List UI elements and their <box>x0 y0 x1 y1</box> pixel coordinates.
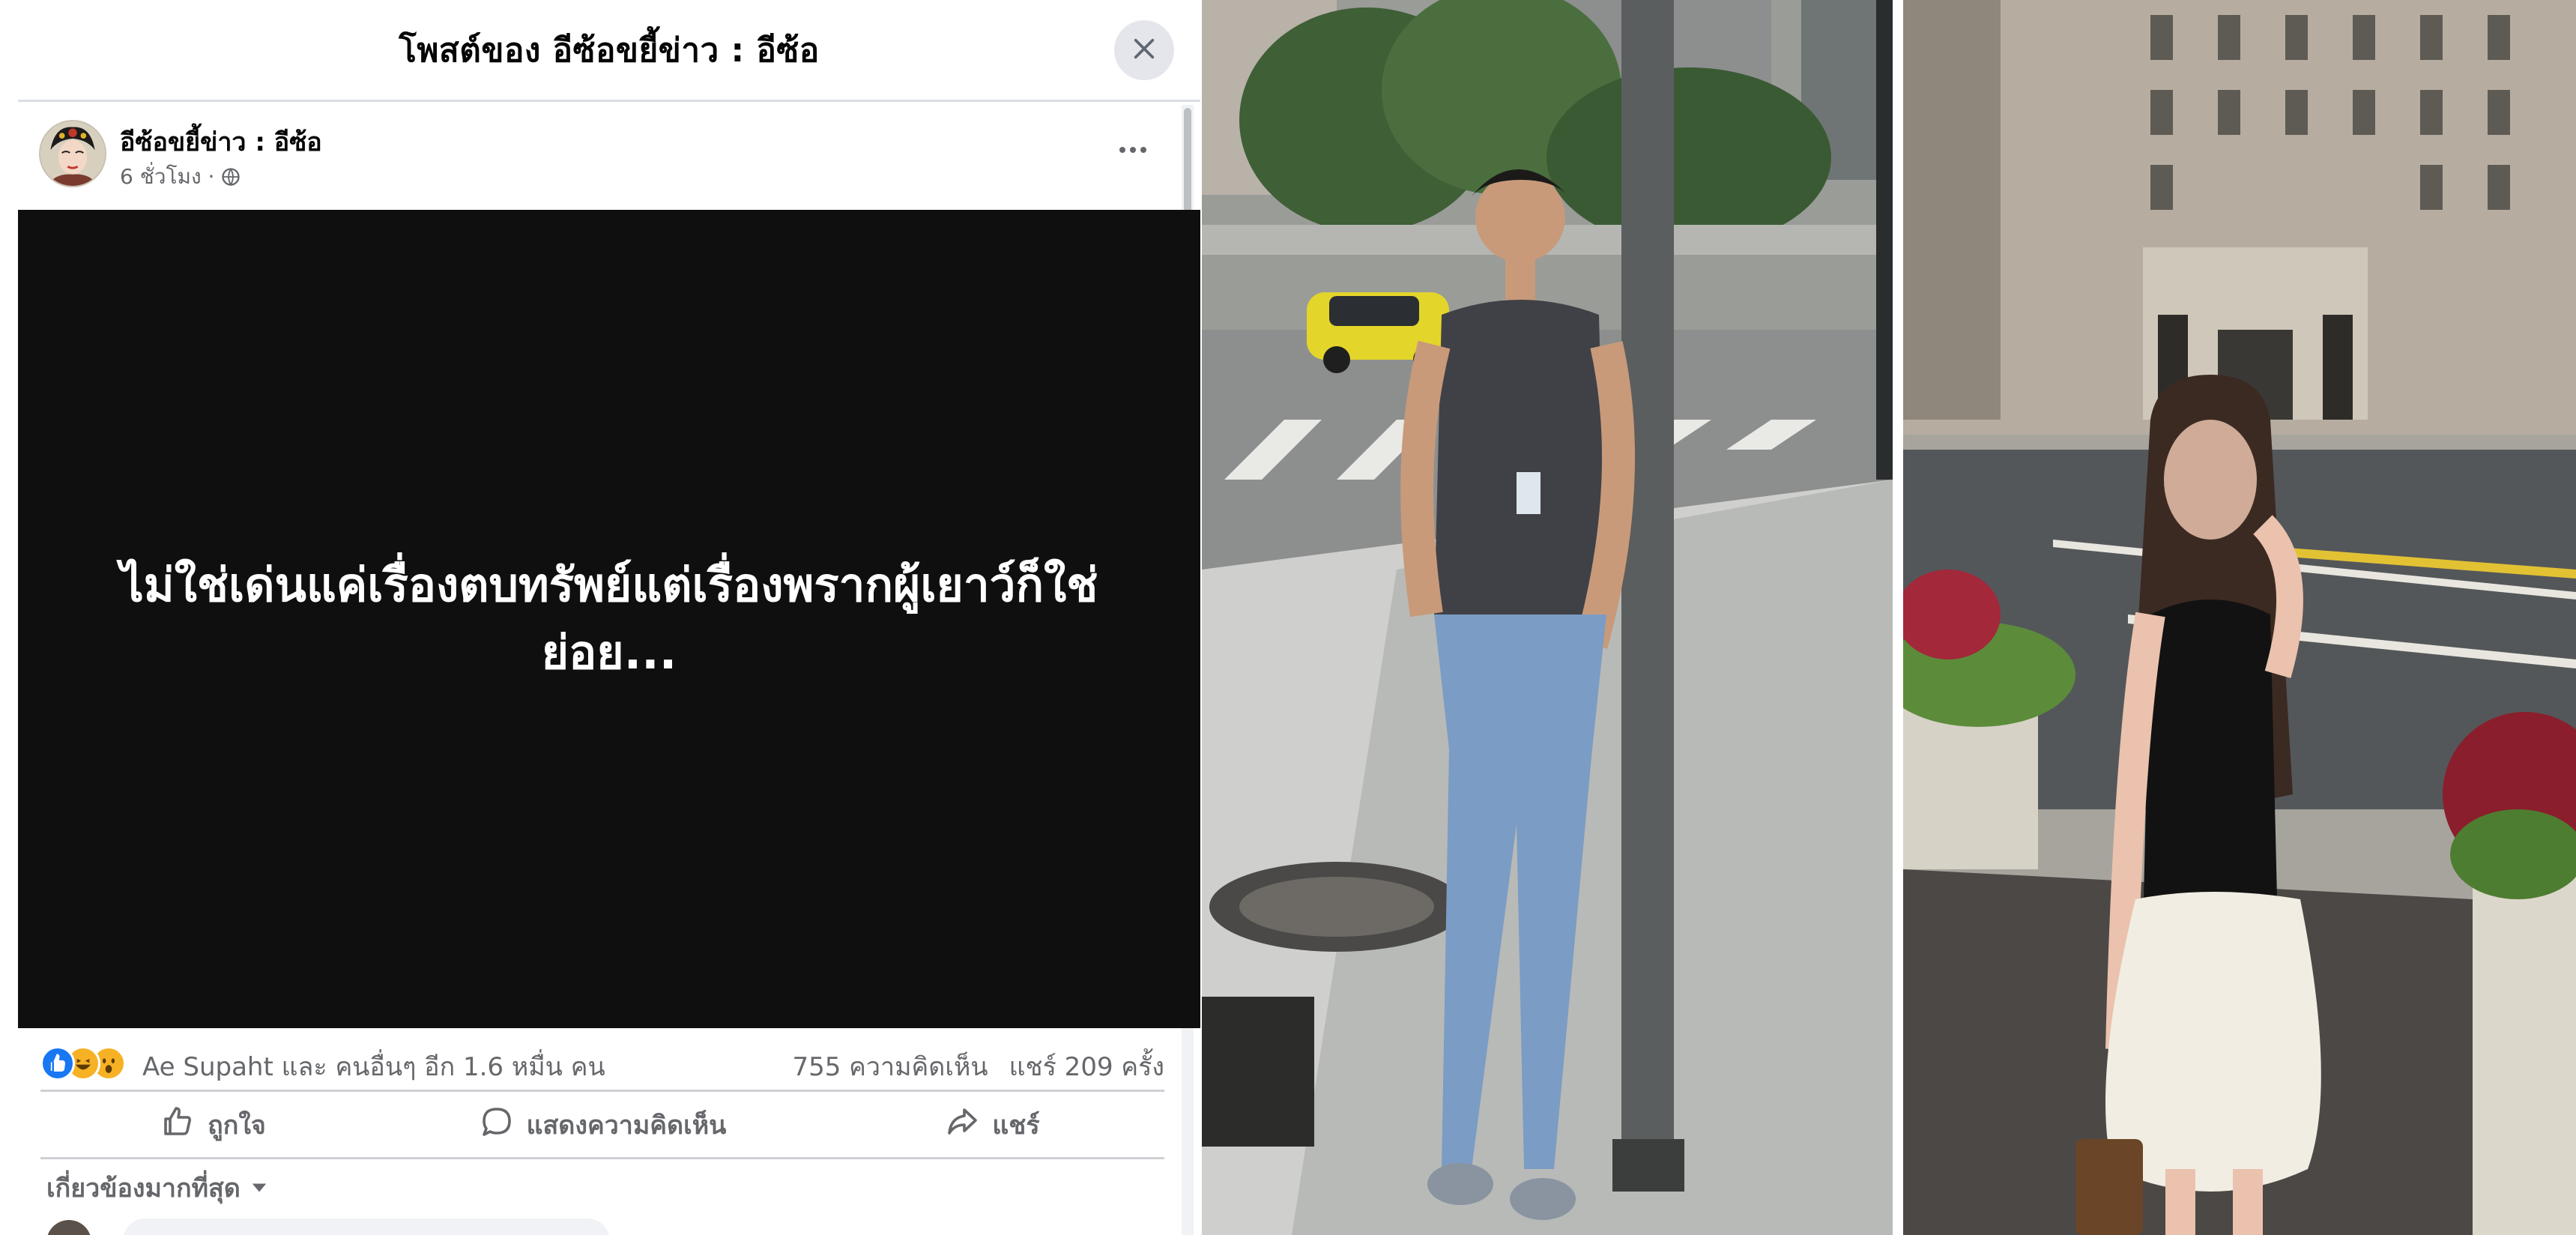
like-reaction-icon <box>40 1046 75 1081</box>
chevron-down-icon <box>251 1180 267 1196</box>
post-author-name[interactable]: อีซ้อขยี้ข่าว : อีซ้อ <box>120 121 322 162</box>
dialog-header: โพสต์ของ อีซ้อขยี้ข่าว : อีซ้อ <box>18 0 1200 102</box>
comments-filter-label: เกี่ยวข้องมากที่สุด <box>46 1174 241 1204</box>
like-button[interactable]: ถูกใจ <box>18 1094 408 1156</box>
comment-icon <box>479 1104 515 1147</box>
post-actions: ถูกใจ แสดงความคิดเห็น แชร์ <box>18 1094 1187 1156</box>
comment-button[interactable]: แสดงความคิดเห็น <box>408 1094 797 1156</box>
shares-count[interactable]: แชร์ 209 ครั้ง <box>1009 1046 1164 1087</box>
post-image[interactable]: ไม่ใช่เด่นแค่เรื่องตบทรัพย์แต่เรื่องพราก… <box>18 210 1200 1028</box>
more-options-button[interactable] <box>1109 135 1157 165</box>
photo-divider <box>1893 0 1903 1235</box>
post-dialog: โพสต์ของ อีซ้อขยี้ข่าว : อีซ้อ อีซ้อขยี้… <box>18 0 1200 1235</box>
thumbs-up-icon <box>160 1104 196 1147</box>
reactions-label[interactable]: Ae Supaht และ คนอื่นๆ อีก 1.6 หมื่น คน <box>142 1046 605 1087</box>
engagement-counts: 755 ความคิดเห็น แชร์ 209 ครั้ง <box>792 1046 1164 1087</box>
photo-man-street <box>1202 0 1893 1235</box>
divider <box>40 1157 1164 1159</box>
close-button[interactable] <box>1114 20 1174 80</box>
post-image-text: ไม่ใช่เด่นแค่เรื่องตบทรัพย์แต่เรื่องพราก… <box>120 558 1098 680</box>
like-label: ถูกใจ <box>208 1111 266 1141</box>
post-meta: 6 ชั่วโมง · <box>120 160 241 193</box>
photo-woman-street <box>1903 0 2576 1235</box>
avatar[interactable] <box>39 120 106 187</box>
comments-count[interactable]: 755 ความคิดเห็น <box>792 1046 988 1087</box>
dialog-title: โพสต์ของ อีซ้อขยี้ข่าว : อีซ้อ <box>399 31 820 70</box>
post-timestamp[interactable]: 6 ชั่วโมง · <box>120 160 214 193</box>
post-author-row: อีซ้อขยี้ข่าว : อีซ้อ 6 ชั่วโมง · <box>18 105 1187 210</box>
reaction-icons[interactable] <box>40 1046 130 1081</box>
share-label: แชร์ <box>992 1111 1040 1141</box>
comment-label: แสดงความคิดเห็น <box>526 1111 727 1141</box>
globe-icon <box>220 166 241 187</box>
comment-bubble[interactable] <box>123 1219 610 1235</box>
comments-filter[interactable]: เกี่ยวข้องมากที่สุด <box>46 1168 267 1208</box>
share-button[interactable]: แชร์ <box>797 1094 1187 1156</box>
reactions-summary: Ae Supaht และ คนอื่นๆ อีก 1.6 หมื่น คน 7… <box>18 1036 1187 1090</box>
close-icon <box>1131 36 1157 64</box>
divider <box>40 1090 1164 1092</box>
commenter-avatar[interactable] <box>46 1220 91 1235</box>
share-icon <box>944 1104 980 1147</box>
more-options-icon <box>1119 147 1125 153</box>
